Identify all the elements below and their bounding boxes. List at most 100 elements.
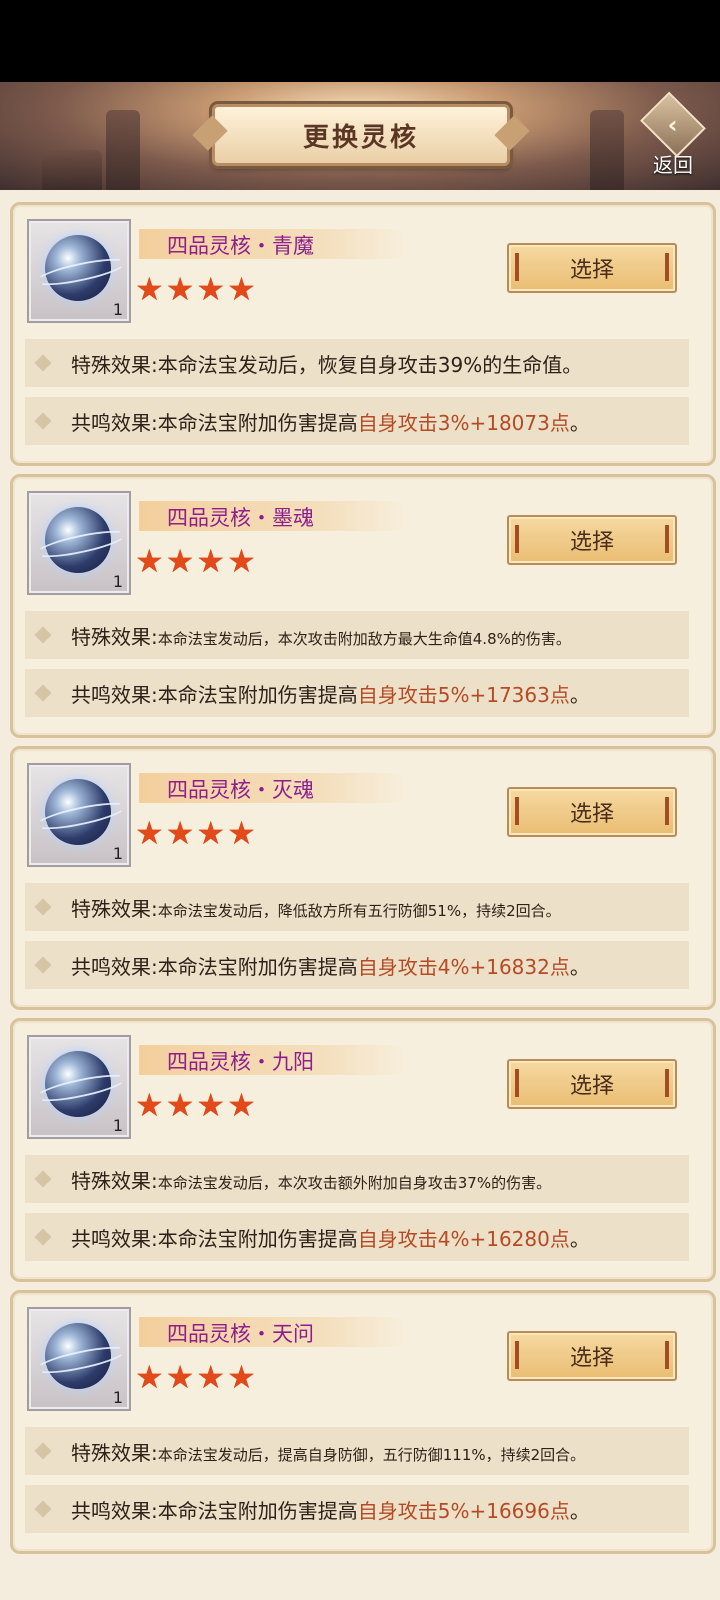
- item-count: 1: [112, 1388, 123, 1407]
- title-banner: 更换灵核: [212, 104, 510, 166]
- star-icon: ★: [135, 1358, 164, 1396]
- core-name: 四品灵核・天问: [167, 1322, 314, 1346]
- resonance-effect-text: 本命法宝附加伤害提高: [157, 1226, 358, 1251]
- item-count: 1: [112, 844, 123, 863]
- diamond-bullet-icon: [34, 1170, 52, 1188]
- core-name: 四品灵核・灭魂: [167, 778, 314, 802]
- special-effect-row: 特殊效果:本命法宝发动后，恢复自身攻击39%的生命值。: [25, 339, 689, 387]
- star-icon: ★: [196, 542, 226, 580]
- star-icon: ★: [196, 1086, 226, 1124]
- resonance-effect-value: 自身攻击5%+17363点: [357, 682, 570, 707]
- status-bar: [0, 0, 720, 82]
- resonance-effect-row: 共鸣效果:本命法宝附加伤害提高自身攻击3%+18073点。: [25, 397, 689, 445]
- star-icon: ★: [165, 542, 195, 580]
- special-effect-row: 特殊效果:本命法宝发动后，降低敌方所有五行防御51%，持续2回合。: [25, 883, 689, 931]
- special-effect-label: 特殊效果:: [71, 1440, 158, 1465]
- resonance-effect-suffix: 。: [569, 1498, 590, 1523]
- resonance-effect-label: 共鸣效果:: [71, 410, 158, 435]
- background-pillar: [106, 110, 140, 190]
- resonance-effect-value: 自身攻击5%+16696点: [357, 1498, 570, 1523]
- diamond-bullet-icon: [34, 1500, 52, 1518]
- resonance-effect-label: 共鸣效果:: [71, 954, 158, 979]
- star-rating: ★ ★ ★ ★: [135, 817, 256, 849]
- star-icon: ★: [227, 1086, 256, 1124]
- resonance-effect-text: 本命法宝附加伤害提高: [157, 410, 358, 435]
- core-list: 1 四品灵核・青魔 ★ ★ ★ ★ 选择 特殊效果:本命法宝发动后，恢复自身攻击…: [0, 190, 720, 1600]
- resonance-effect-label: 共鸣效果:: [71, 1498, 158, 1523]
- diamond-bullet-icon: [34, 412, 52, 430]
- special-effect-text: 本命法宝发动后，恢复自身攻击39%的生命值。: [157, 352, 583, 377]
- item-count: 1: [112, 1116, 123, 1135]
- star-icon: ★: [165, 270, 195, 308]
- item-count: 1: [112, 572, 123, 591]
- diamond-bullet-icon: [34, 626, 52, 644]
- back-button[interactable]: ‹ 返回: [638, 91, 708, 178]
- star-icon: ★: [196, 1358, 226, 1396]
- core-name: 四品灵核・九阳: [167, 1050, 314, 1074]
- resonance-effect-text: 本命法宝附加伤害提高: [157, 954, 358, 979]
- select-button[interactable]: 选择: [507, 1059, 677, 1109]
- star-icon: ★: [196, 814, 226, 852]
- resonance-effect-row: 共鸣效果:本命法宝附加伤害提高自身攻击4%+16280点。: [25, 1213, 689, 1261]
- page-title: 更换灵核: [302, 122, 419, 153]
- star-icon: ★: [135, 270, 164, 308]
- star-icon: ★: [135, 814, 164, 852]
- star-icon: ★: [196, 270, 226, 308]
- select-button[interactable]: 选择: [507, 1331, 677, 1381]
- star-icon: ★: [165, 1086, 195, 1124]
- star-icon: ★: [165, 1358, 195, 1396]
- core-item-slot[interactable]: 1: [27, 1035, 131, 1139]
- core-item-slot[interactable]: 1: [27, 491, 131, 595]
- core-card: 1 四品灵核・灭魂 ★ ★ ★ ★ 选择 特殊效果:本命法宝发动后，降低敌方所有…: [10, 746, 716, 1010]
- star-icon: ★: [227, 1358, 256, 1396]
- resonance-effect-suffix: 。: [569, 954, 590, 979]
- resonance-effect-value: 自身攻击4%+16280点: [357, 1226, 570, 1251]
- resonance-effect-suffix: 。: [569, 1226, 590, 1251]
- diamond-bullet-icon: [34, 1442, 52, 1460]
- core-name: 四品灵核・墨魂: [167, 506, 314, 530]
- core-card: 1 四品灵核・青魔 ★ ★ ★ ★ 选择 特殊效果:本命法宝发动后，恢复自身攻击…: [10, 202, 716, 466]
- resonance-effect-label: 共鸣效果:: [71, 1226, 158, 1251]
- star-icon: ★: [227, 270, 256, 308]
- resonance-effect-value: 自身攻击3%+18073点: [357, 410, 570, 435]
- background-pillar: [42, 150, 102, 190]
- star-rating: ★ ★ ★ ★: [135, 1361, 256, 1393]
- special-effect-row: 特殊效果:本命法宝发动后，本次攻击额外附加自身攻击37%的伤害。: [25, 1155, 689, 1203]
- background-pillar: [590, 110, 624, 190]
- back-arrow-icon: ‹: [640, 91, 706, 158]
- special-effect-text: 本命法宝发动后，本次攻击额外附加自身攻击37%的伤害。: [157, 1173, 552, 1192]
- select-button[interactable]: 选择: [507, 243, 677, 293]
- special-effect-row: 特殊效果:本命法宝发动后，本次攻击附加敌方最大生命值4.8%的伤害。: [25, 611, 689, 659]
- core-item-slot[interactable]: 1: [27, 219, 131, 323]
- special-effect-text: 本命法宝发动后，本次攻击附加敌方最大生命值4.8%的伤害。: [157, 629, 571, 648]
- diamond-bullet-icon: [34, 1228, 52, 1246]
- special-effect-row: 特殊效果:本命法宝发动后，提高自身防御，五行防御111%，持续2回合。: [25, 1427, 689, 1475]
- star-icon: ★: [227, 542, 256, 580]
- resonance-effect-text: 本命法宝附加伤害提高: [157, 1498, 358, 1523]
- select-button[interactable]: 选择: [507, 515, 677, 565]
- star-icon: ★: [165, 814, 195, 852]
- diamond-bullet-icon: [34, 354, 52, 372]
- header: 更换灵核 ‹ 返回: [0, 82, 720, 190]
- core-card: 1 四品灵核・墨魂 ★ ★ ★ ★ 选择 特殊效果:本命法宝发动后，本次攻击附加…: [10, 474, 716, 738]
- diamond-bullet-icon: [34, 684, 52, 702]
- resonance-effect-row: 共鸣效果:本命法宝附加伤害提高自身攻击4%+16832点。: [25, 941, 689, 989]
- special-effect-label: 特殊效果:: [71, 896, 158, 921]
- star-icon: ★: [135, 542, 164, 580]
- resonance-effect-text: 本命法宝附加伤害提高: [157, 682, 358, 707]
- select-button[interactable]: 选择: [507, 787, 677, 837]
- star-rating: ★ ★ ★ ★: [135, 545, 256, 577]
- special-effect-text: 本命法宝发动后，降低敌方所有五行防御51%，持续2回合。: [157, 901, 561, 920]
- diamond-bullet-icon: [34, 956, 52, 974]
- star-icon: ★: [135, 1086, 164, 1124]
- special-effect-text: 本命法宝发动后，提高自身防御，五行防御111%，持续2回合。: [157, 1445, 586, 1464]
- core-item-slot[interactable]: 1: [27, 1307, 131, 1411]
- core-item-slot[interactable]: 1: [27, 763, 131, 867]
- special-effect-label: 特殊效果:: [71, 352, 158, 377]
- resonance-effect-suffix: 。: [569, 682, 590, 707]
- star-icon: ★: [227, 814, 256, 852]
- resonance-effect-value: 自身攻击4%+16832点: [357, 954, 570, 979]
- resonance-effect-suffix: 。: [569, 410, 590, 435]
- resonance-effect-row: 共鸣效果:本命法宝附加伤害提高自身攻击5%+16696点。: [25, 1485, 689, 1533]
- special-effect-label: 特殊效果:: [71, 624, 158, 649]
